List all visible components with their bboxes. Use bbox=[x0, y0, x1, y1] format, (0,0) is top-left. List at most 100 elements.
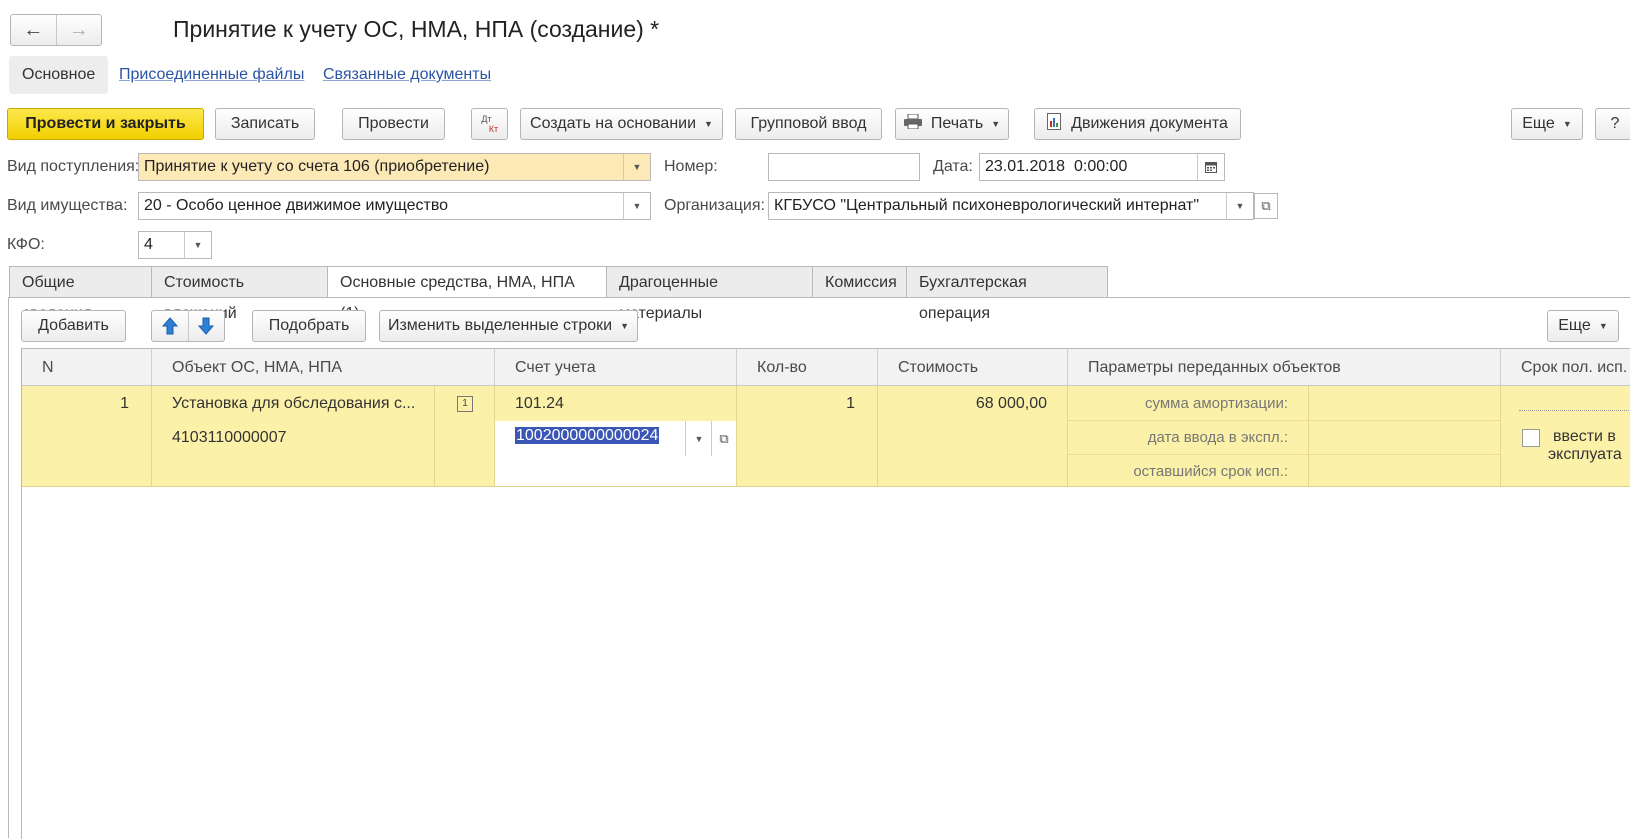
printer-icon bbox=[903, 113, 922, 134]
row-number: 1 bbox=[120, 395, 129, 412]
chevron-down-icon[interactable]: ▼ bbox=[685, 421, 712, 456]
account-sub-input[interactable]: 1002000000000024 bbox=[515, 427, 663, 449]
column-header-qty[interactable]: Кол-во bbox=[737, 349, 878, 386]
chevron-down-icon[interactable]: ▼ bbox=[1226, 193, 1253, 219]
back-arrow-icon[interactable]: ← bbox=[11, 15, 56, 45]
group-input-button[interactable]: Групповой ввод bbox=[735, 108, 882, 140]
open-organization-icon[interactable]: ⧉ bbox=[1254, 193, 1278, 219]
cell-qty[interactable]: 1 bbox=[737, 386, 878, 486]
commission-checkbox[interactable] bbox=[1522, 429, 1540, 447]
change-selected-rows-button[interactable]: Изменить выделенные строки ▼ bbox=[379, 310, 638, 342]
print-label: Печать bbox=[930, 115, 984, 132]
cell-object[interactable]: Установка для обследования с... 41031100… bbox=[152, 386, 435, 486]
print-button[interactable]: Печать ▼ bbox=[895, 108, 1009, 140]
commission-checkbox-label: ввести в эксплуата bbox=[1548, 428, 1622, 464]
chevron-down-icon[interactable]: ▼ bbox=[620, 321, 629, 331]
receipt-type-field[interactable]: Принятие к учету со счета 106 (приобрете… bbox=[138, 153, 651, 181]
more-button[interactable]: Еще ▼ bbox=[1511, 108, 1583, 140]
property-type-label: Вид имущества: bbox=[7, 197, 128, 214]
kfo-value: 4 bbox=[144, 236, 153, 253]
account-sub-editor[interactable]: 1002000000000024 ▼ ⧉ bbox=[495, 421, 736, 486]
param-depreciation-label: сумма амортизации: bbox=[1145, 395, 1288, 412]
column-header-params[interactable]: Параметры переданных объектов bbox=[1068, 349, 1501, 386]
useful-life-input[interactable] bbox=[1519, 410, 1630, 411]
object-name: Установка для обследования с... bbox=[172, 395, 416, 412]
kfo-label: КФО: bbox=[7, 236, 45, 253]
param-commission-date-label: дата ввода в экспл.: bbox=[1147, 429, 1288, 446]
cell-useful-life[interactable]: ввести в эксплуата bbox=[1501, 386, 1630, 486]
inventory-number: 4103110000007 bbox=[172, 429, 287, 446]
column-header-account[interactable]: Счет учета bbox=[495, 349, 737, 386]
help-button[interactable]: ? bbox=[1595, 108, 1630, 140]
tab-fixed-assets[interactable]: Основные средства, НМА, НПА (1) bbox=[327, 266, 606, 322]
column-header-n[interactable]: N bbox=[22, 349, 152, 386]
chevron-down-icon[interactable]: ▼ bbox=[184, 232, 211, 258]
change-selected-rows-label: Изменить выделенные строки bbox=[387, 317, 613, 334]
move-up-icon[interactable] bbox=[152, 311, 189, 341]
add-row-button[interactable]: Добавить bbox=[21, 310, 126, 342]
post-and-close-button[interactable]: Провести и закрыть bbox=[7, 108, 204, 140]
table-more-label: Еще bbox=[1558, 317, 1591, 334]
receipt-type-value: Принятие к учету со счета 106 (приобрете… bbox=[144, 158, 490, 175]
account-sub-value: 1002000000000024 bbox=[515, 427, 660, 444]
cost-value: 68 000,00 bbox=[975, 395, 1047, 412]
date-value: 23.01.2018 0:00:00 bbox=[985, 158, 1128, 175]
tab-commission[interactable]: Комиссия bbox=[812, 266, 906, 298]
history-nav: ← → bbox=[10, 14, 102, 46]
save-button[interactable]: Записать bbox=[215, 108, 315, 140]
param-remaining-life-label: оставшийся срок исп.: bbox=[1133, 463, 1288, 480]
commission-label-line2: эксплуата bbox=[1548, 446, 1622, 463]
calendar-icon[interactable] bbox=[1197, 154, 1224, 180]
cell-n: 1 bbox=[22, 386, 152, 486]
organization-value: КГБУСО "Центральный психоневрологический… bbox=[774, 197, 1199, 214]
column-header-cost[interactable]: Стоимость bbox=[878, 349, 1068, 386]
move-buttons bbox=[151, 310, 225, 342]
move-down-icon[interactable] bbox=[189, 311, 225, 341]
pick-button[interactable]: Подобрать bbox=[252, 310, 366, 342]
tab-precious-materials[interactable]: Драгоценные материалы bbox=[606, 266, 812, 322]
table-row[interactable]: 1 Установка для обследования с... 410311… bbox=[22, 386, 1630, 487]
chevron-down-icon[interactable]: ▼ bbox=[623, 193, 650, 219]
organization-field[interactable]: КГБУСО "Центральный психоневрологический… bbox=[768, 192, 1254, 220]
section-related-documents[interactable]: Связанные документы bbox=[323, 56, 491, 94]
document-movements-button[interactable]: Движения документа bbox=[1034, 108, 1241, 140]
cell-param-values[interactable] bbox=[1309, 386, 1501, 486]
date-label: Дата: bbox=[933, 158, 973, 175]
open-account-icon[interactable]: ⧉ bbox=[711, 421, 736, 456]
commission-label-line1: ввести в bbox=[1553, 428, 1616, 445]
cell-cost[interactable]: 68 000,00 bbox=[878, 386, 1068, 486]
document-tabs: Общие сведения Стоимость вложений Основн… bbox=[9, 266, 1108, 322]
receipt-type-label: Вид поступления: bbox=[7, 158, 140, 175]
tab-investment-cost[interactable]: Стоимость вложений bbox=[151, 266, 327, 322]
account-code: 101.24 bbox=[515, 395, 564, 412]
number-label: Номер: bbox=[664, 158, 718, 175]
chevron-down-icon[interactable]: ▼ bbox=[623, 154, 650, 180]
column-header-useful-life[interactable]: Срок пол. исп. bbox=[1501, 349, 1630, 386]
cell-param-labels: сумма амортизации: дата ввода в экспл.: … bbox=[1068, 386, 1501, 486]
cell-badge: 1 bbox=[435, 386, 495, 486]
chevron-down-icon: ▼ bbox=[1598, 321, 1608, 331]
forward-arrow-icon[interactable]: → bbox=[55, 15, 102, 45]
cell-account[interactable]: 101.24 1002000000000024 ▼ ⧉ bbox=[495, 386, 737, 486]
movements-icon bbox=[1047, 113, 1062, 135]
column-header-object[interactable]: Объект ОС, НМА, НПА bbox=[152, 349, 495, 386]
count-badge-icon: 1 bbox=[457, 396, 473, 412]
kfo-field[interactable]: 4 ▼ bbox=[138, 231, 212, 259]
more-label: Еще bbox=[1522, 115, 1555, 132]
chevron-down-icon: ▼ bbox=[1562, 119, 1572, 129]
section-main[interactable]: Основное bbox=[9, 56, 109, 94]
tab-general[interactable]: Общие сведения bbox=[9, 266, 151, 322]
create-based-on-button[interactable]: Создать на основании ▼ bbox=[520, 108, 723, 140]
dt-label: Дт bbox=[481, 114, 492, 124]
tab-accounting-operation[interactable]: Бухгалтерская операция bbox=[906, 266, 1108, 322]
date-field[interactable]: 23.01.2018 0:00:00 bbox=[979, 153, 1225, 181]
chevron-down-icon: ▼ bbox=[991, 119, 1001, 129]
number-field[interactable] bbox=[768, 153, 920, 181]
dt-kt-button[interactable]: Дт Кт bbox=[471, 108, 508, 140]
organization-label: Организация: bbox=[664, 197, 765, 214]
property-type-field[interactable]: 20 - Особо ценное движимое имущество ▼ bbox=[138, 192, 651, 220]
post-button[interactable]: Провести bbox=[342, 108, 445, 140]
table-more-button[interactable]: Еще ▼ bbox=[1547, 310, 1619, 342]
kt-label: Кт bbox=[488, 124, 499, 134]
section-attached-files[interactable]: Присоединенные файлы bbox=[119, 56, 304, 94]
